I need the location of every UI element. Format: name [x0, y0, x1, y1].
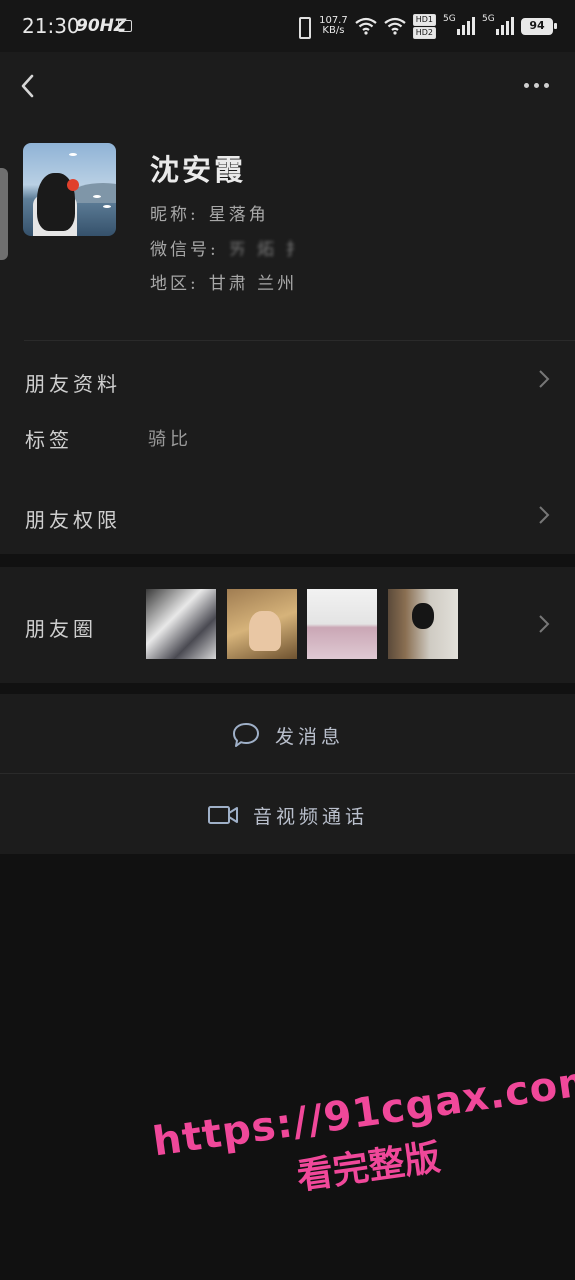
- network-1-label: 5G: [443, 14, 456, 24]
- moments-label: 朋友圈: [25, 617, 97, 641]
- chevron-right-icon: [539, 506, 550, 524]
- moments-thumbnail: [307, 589, 377, 659]
- nickname-line: 昵称: 星落角: [150, 200, 269, 225]
- hd-badges: HD1 HD2: [412, 13, 436, 39]
- video-call-button[interactable]: 音视频通话: [0, 776, 575, 854]
- region-value: 甘肃 兰州: [208, 274, 298, 294]
- video-camera-icon: [207, 806, 238, 824]
- wifi-icon-secondary: [384, 17, 406, 35]
- network-2-label: 5G: [482, 14, 495, 24]
- more-button[interactable]: [521, 72, 551, 98]
- vibrate-icon: [294, 16, 312, 39]
- divider: [24, 340, 575, 341]
- divider: [0, 773, 575, 774]
- wechat-id-value[interactable]: ㄞ 炻 扌: [229, 240, 306, 260]
- wechat-id-label: 微信号:: [150, 240, 219, 260]
- more-dot: [543, 82, 549, 88]
- status-time: 21:30: [22, 14, 80, 38]
- watermark: https://91cgax.com 看完整版: [150, 1057, 575, 1219]
- signal-2-icon: 5G: [482, 14, 514, 35]
- nickname-label: 昵称:: [150, 205, 199, 225]
- more-dot: [523, 82, 529, 88]
- side-edge-handle[interactable]: [0, 168, 8, 260]
- tags-value: 骑比: [148, 429, 192, 450]
- chevron-left-icon: [21, 74, 34, 98]
- net-speed-unit: KB/s: [322, 25, 345, 36]
- battery-icon: 94: [521, 17, 557, 35]
- avatar-bird: [103, 205, 111, 208]
- actions-panel: 发消息 音视频通话: [0, 694, 575, 854]
- avatar-bird: [69, 153, 77, 156]
- avatar[interactable]: [23, 143, 116, 236]
- status-bar: 21:30 90HZ 107.7 KB/s HD1 HD2 5G 5G 94: [0, 0, 575, 52]
- send-message-label: 发消息: [274, 725, 344, 748]
- profile-info-label: 朋友资料: [25, 372, 121, 396]
- moments-thumbnail: [227, 589, 297, 659]
- tags-label: 标签: [25, 428, 73, 452]
- region-line: 地区: 甘肃 兰州: [150, 269, 297, 294]
- permissions-label: 朋友权限: [25, 508, 121, 532]
- chevron-right-icon: [539, 370, 550, 388]
- profile-name: 沈安霞: [150, 153, 247, 187]
- chevron-right-icon: [539, 615, 550, 633]
- chat-bubble-icon: [232, 723, 259, 747]
- moments-thumbnail: [388, 589, 458, 659]
- wechat-id-line: 微信号: ㄞ 炻 扌: [150, 235, 306, 260]
- sim-card-icon: [118, 20, 132, 32]
- back-button[interactable]: [14, 68, 46, 104]
- video-call-label: 音视频通话: [252, 805, 368, 828]
- hd2-badge: HD2: [412, 26, 436, 39]
- avatar-flower: [67, 179, 79, 191]
- region-label: 地区:: [150, 274, 199, 294]
- signal-1-icon: 5G: [443, 14, 475, 35]
- nickname-value: 星落角: [208, 205, 269, 225]
- status-icons: 107.7 KB/s HD1 HD2 5G 5G 94: [294, 13, 557, 39]
- more-dot: [533, 82, 539, 88]
- net-speed: 107.7 KB/s: [319, 16, 348, 36]
- hd1-badge: HD1: [412, 13, 436, 26]
- avatar-bird: [93, 195, 101, 198]
- send-message-button[interactable]: 发消息: [0, 696, 575, 774]
- moments-row[interactable]: 朋友圈: [0, 567, 575, 683]
- profile-panel: 沈安霞 昵称: 星落角 微信号: ㄞ 炻 扌 地区: 甘肃 兰州 朋友资料 标签 骑比…: [0, 52, 575, 554]
- wifi-icon: [355, 17, 377, 35]
- avatar-hill: [73, 183, 116, 203]
- moments-thumbnail: [146, 589, 216, 659]
